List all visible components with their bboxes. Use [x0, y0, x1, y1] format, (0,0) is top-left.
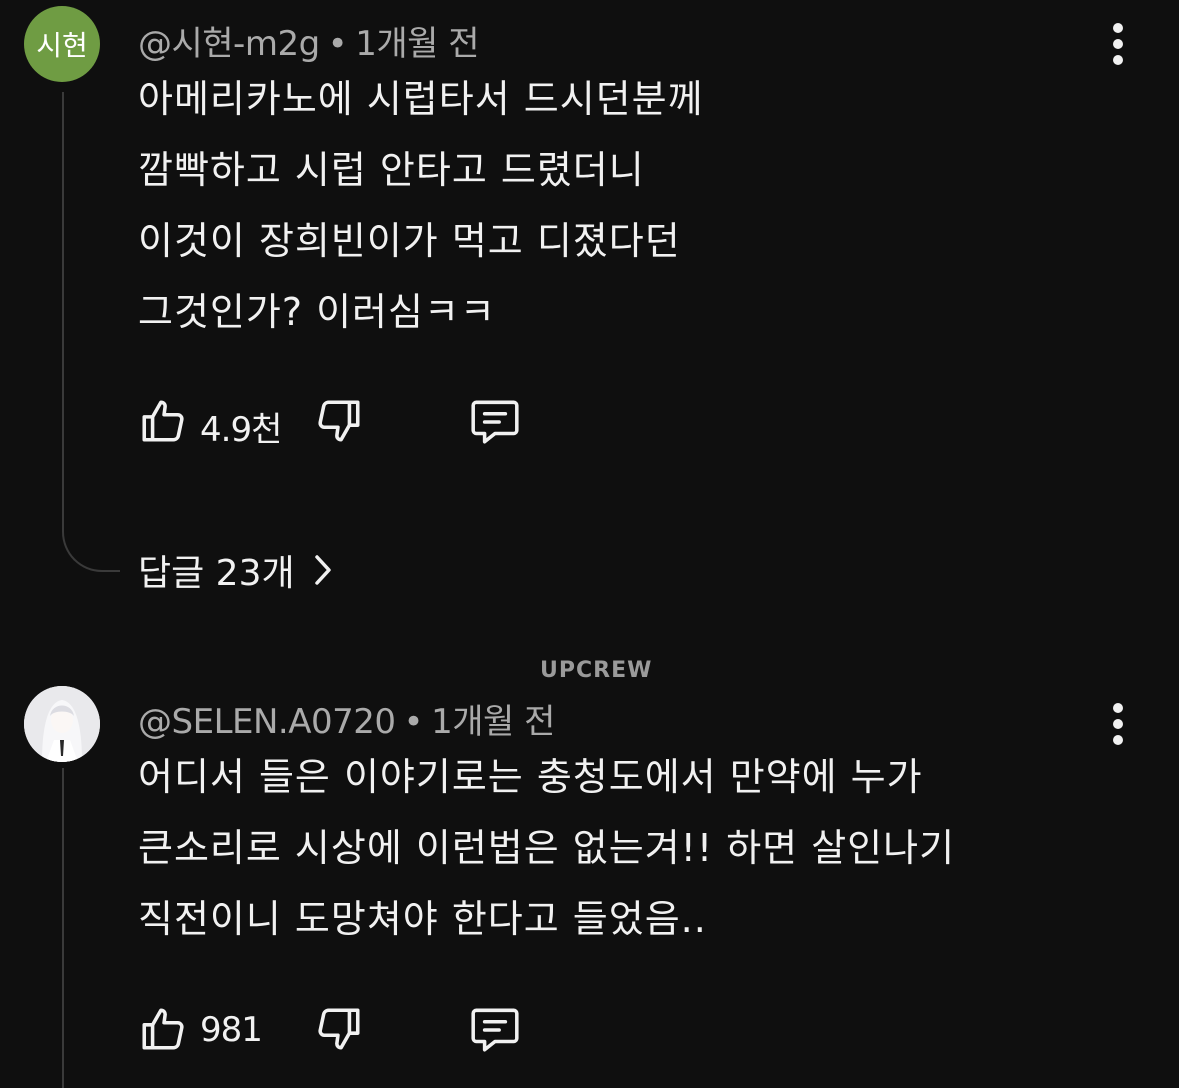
comment-author[interactable]: @시현-m2g [138, 24, 320, 64]
comment-actions: 4.9천 [136, 394, 556, 450]
dislike-button[interactable] [312, 1002, 366, 1056]
comment-time: 1개월 전 [355, 24, 480, 64]
comment-icon [471, 1008, 519, 1052]
comment-line: 그것인가? 이러심ㅋㅋ [138, 290, 496, 334]
more-options-button[interactable] [1096, 14, 1140, 74]
comment-line: 깜빡하고 시럽 안타고 드렸더니 [138, 148, 645, 192]
avatar[interactable] [24, 686, 100, 762]
dislike-button[interactable] [312, 394, 366, 448]
replies-label: 답글 23개 [138, 553, 295, 594]
reply-button[interactable] [468, 394, 522, 448]
reply-button[interactable] [468, 1002, 522, 1056]
thread-line-1 [62, 92, 64, 502]
avatar-initials: 시현 [36, 29, 88, 62]
like-button[interactable] [136, 394, 190, 448]
thumbs-up-icon [142, 1008, 184, 1050]
avatar-image [24, 686, 100, 762]
comment-time: 1개월 전 [431, 702, 555, 742]
comment-line: 큰소리로 시상에 이런법은 없는겨!! 하면 살인나기 [138, 826, 956, 870]
comment-line: 이것이 장희빈이가 먹고 디졌다던 [138, 219, 681, 263]
comment-line: 어디서 들은 이야기로는 충청도에서 만약에 누가 [138, 755, 923, 799]
comment-line: 아메리카노에 시럽타서 드시던분께 [138, 77, 704, 121]
comment-author[interactable]: @SELEN.A0720 [138, 702, 396, 742]
watermark: UPCREW [540, 658, 653, 683]
thread-line-2 [62, 768, 64, 1088]
avatar[interactable]: 시현 [24, 6, 100, 82]
comment-meta: @시현-m2g • 1개월 전 [138, 16, 480, 65]
comment-text: 어디서 들은 이야기로는 충청도에서 만약에 누가 큰소리로 시상에 이런법은 … [138, 742, 955, 955]
comment-text: 아메리카노에 시럽타서 드시던분께 깜빡하고 시럽 안타고 드렸더니 이것이 장… [138, 64, 704, 348]
comment-actions: 981 [136, 1002, 556, 1058]
like-button[interactable] [136, 1002, 190, 1056]
more-options-button[interactable] [1096, 694, 1140, 754]
chevron-right-icon [314, 555, 331, 585]
thumbs-down-icon [318, 1008, 360, 1050]
meta-separator: • [327, 24, 348, 64]
meta-separator: • [403, 702, 424, 742]
view-replies-button[interactable]: 답글 23개 [138, 544, 333, 596]
like-count: 4.9천 [200, 410, 282, 450]
comment-line: 직전이니 도망쳐야 한다고 들었음.. [138, 897, 707, 941]
thumbs-up-icon [142, 400, 184, 442]
thumbs-down-icon [318, 400, 360, 442]
more-vertical-icon [1113, 23, 1123, 65]
like-count: 981 [200, 1010, 263, 1050]
comment-meta: @SELEN.A0720 • 1개월 전 [138, 694, 555, 743]
comment-icon [471, 400, 519, 444]
thread-curve [62, 500, 120, 572]
more-vertical-icon [1113, 703, 1123, 745]
